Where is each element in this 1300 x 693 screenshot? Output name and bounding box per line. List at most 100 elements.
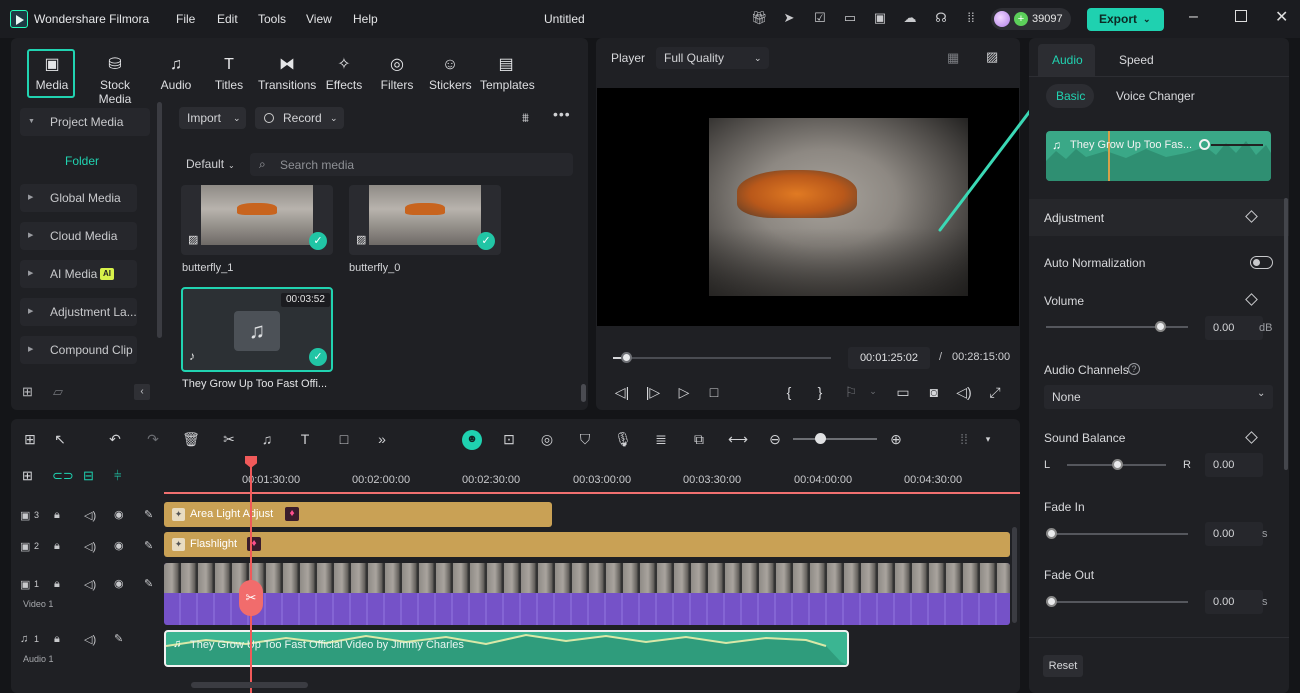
clip-video-1[interactable]: [164, 563, 1010, 625]
shield-icon[interactable]: ⛉: [576, 430, 594, 448]
timeline-vertical-scrollbar[interactable]: [1012, 527, 1017, 623]
lock-icon[interactable]: 🔒︎: [54, 633, 60, 646]
fade-in-value-field[interactable]: 0.00: [1205, 522, 1263, 546]
fade-in-slider[interactable]: [1046, 533, 1188, 535]
display-icon[interactable]: ▭: [894, 384, 912, 401]
layout-grid-icon[interactable]: ⊞: [21, 430, 39, 448]
folder-icon[interactable]: ▱: [53, 384, 63, 400]
menu-tools[interactable]: Tools: [258, 12, 286, 26]
redo-icon[interactable]: ↷: [144, 430, 162, 448]
undo-icon[interactable]: ↶: [106, 430, 124, 448]
toolbar-effects[interactable]: ✧ Effects: [325, 56, 363, 92]
more-options-icon[interactable]: •••: [553, 106, 571, 122]
eye-icon[interactable]: ◉: [114, 539, 124, 552]
stop-icon[interactable]: □: [705, 384, 723, 400]
mark-out-icon[interactable]: }: [811, 384, 829, 400]
export-button[interactable]: Export ⌄: [1087, 8, 1164, 31]
restore-icon[interactable]: [1235, 10, 1247, 22]
mute-track-icon[interactable]: ✎: [144, 508, 153, 521]
fade-out-slider[interactable]: [1046, 601, 1188, 603]
waveform-handle[interactable]: [1199, 139, 1210, 150]
fit-timeline-icon[interactable]: ⟷: [728, 430, 748, 448]
media-item-butterfly-0[interactable]: ▨ ✓: [349, 185, 501, 255]
toolbar-stock-media[interactable]: ⛁ Stock Media: [82, 56, 148, 106]
sidebar-item-global-media[interactable]: ▶ Global Media: [20, 184, 137, 212]
toolbar-transitions[interactable]: ⧓ Transitions: [258, 56, 316, 92]
toolbar-media[interactable]: ▣ Media: [34, 56, 70, 92]
fullscreen-icon[interactable]: ⤢: [986, 384, 1004, 401]
credits-badge[interactable]: + 39097: [991, 8, 1071, 30]
previous-frame-icon[interactable]: ◁|: [613, 384, 631, 401]
speaker-icon[interactable]: ◁): [84, 578, 96, 591]
balance-value-field[interactable]: 0.00: [1205, 453, 1263, 477]
menu-file[interactable]: File: [176, 12, 195, 26]
adjustment-header[interactable]: Adjustment: [1029, 199, 1289, 236]
help-icon[interactable]: ?: [1128, 363, 1140, 375]
quality-dropdown[interactable]: Full Quality ⌄: [656, 47, 769, 69]
eye-icon[interactable]: ◉: [114, 508, 124, 521]
volume-slider[interactable]: [1046, 326, 1188, 328]
subtab-basic[interactable]: Basic: [1046, 84, 1094, 108]
add-track-icon[interactable]: ⊞: [22, 468, 33, 484]
auto-reframe-icon[interactable]: ◎: [538, 430, 556, 448]
toolbar-titles[interactable]: T Titles: [212, 56, 246, 92]
volume-icon[interactable]: ◁): [955, 384, 973, 401]
tab-speed[interactable]: Speed: [1119, 53, 1154, 67]
chevron-down-icon[interactable]: ⌄: [864, 386, 882, 397]
fade-out-slider-knob[interactable]: [1046, 596, 1057, 607]
microphone-icon[interactable]: 🎙︎: [614, 430, 632, 448]
insert-marker-icon[interactable]: ⚐: [842, 384, 860, 401]
eye-icon[interactable]: ◉: [114, 577, 124, 590]
toolbar-stickers[interactable]: ☺ Stickers: [429, 56, 472, 92]
save-icon[interactable]: ▣: [872, 10, 888, 26]
menu-help[interactable]: Help: [353, 12, 378, 26]
lock-icon[interactable]: 🔒︎: [54, 578, 60, 591]
playhead[interactable]: [250, 456, 252, 693]
speaker-icon[interactable]: ◁): [84, 509, 96, 522]
current-time-field[interactable]: 00:01:25:02: [848, 347, 930, 369]
balance-slider-knob[interactable]: [1111, 459, 1123, 470]
record-button[interactable]: Record ⌄: [255, 107, 344, 129]
clip-area-light-adjust[interactable]: ✦ Area Light Adjust ♦: [164, 502, 552, 527]
headset-icon[interactable]: ☊: [933, 10, 949, 26]
gift-icon[interactable]: 🎁︎: [751, 10, 768, 26]
toolbar-audio[interactable]: ♫ Audio: [158, 56, 194, 92]
mute-track-icon[interactable]: ✎: [144, 539, 153, 552]
menu-edit[interactable]: Edit: [217, 12, 238, 26]
timeline-horizontal-scrollbar[interactable]: [191, 682, 308, 688]
tab-audio[interactable]: Audio: [1038, 44, 1095, 76]
music-list-icon[interactable]: ≣: [652, 430, 670, 448]
close-icon[interactable]: ✕: [1275, 7, 1288, 27]
mark-in-icon[interactable]: {: [780, 384, 798, 400]
search-input[interactable]: ⌕ Search media: [250, 153, 573, 176]
media-scrollbar[interactable]: [581, 384, 586, 402]
properties-scrollbar[interactable]: [1284, 198, 1288, 470]
reset-button[interactable]: Reset: [1043, 655, 1083, 677]
render-preview-icon[interactable]: ⊡: [500, 430, 518, 448]
audio-detach-icon[interactable]: ♫: [258, 430, 276, 448]
monitor-icon[interactable]: ▭: [842, 10, 858, 26]
volume-value-field[interactable]: 0.00: [1205, 316, 1263, 340]
audio-waveform-preview[interactable]: ♫ They Grow Up Too Fas...: [1046, 131, 1271, 181]
collapse-sidebar-icon[interactable]: ‹: [134, 384, 150, 400]
mute-track-icon[interactable]: ✎: [114, 632, 123, 645]
zoom-in-icon[interactable]: ⊕: [887, 430, 905, 448]
screen-record-icon[interactable]: ⧉: [690, 430, 708, 448]
link-clips-icon[interactable]: ⊂⊃: [52, 468, 74, 484]
zoom-slider-knob[interactable]: [815, 433, 826, 444]
auto-normalization-toggle[interactable]: [1250, 256, 1273, 269]
zoom-out-icon[interactable]: ⊖: [766, 430, 784, 448]
new-folder-icon[interactable]: ⊞: [22, 384, 33, 400]
next-frame-icon[interactable]: |▷: [644, 384, 662, 401]
sidebar-item-compound-clip[interactable]: ▶ Compound Clip: [20, 336, 137, 364]
snap-icon[interactable]: ⫩: [114, 468, 121, 484]
sidebar-item-ai-media[interactable]: ▶ AI Media AI: [20, 260, 137, 288]
sidebar-item-folder[interactable]: Folder: [65, 154, 99, 168]
track-manager-icon[interactable]: ⊟: [83, 468, 94, 484]
toolbar-filters[interactable]: ◎ Filters: [380, 56, 414, 92]
menu-view[interactable]: View: [306, 12, 332, 26]
sidebar-item-project-media[interactable]: ▼ Project Media: [20, 108, 150, 136]
keyframe-diamond-icon[interactable]: [1245, 210, 1258, 223]
chevron-down-icon[interactable]: ▾: [979, 430, 997, 448]
delete-icon[interactable]: 🗑︎: [182, 430, 200, 448]
